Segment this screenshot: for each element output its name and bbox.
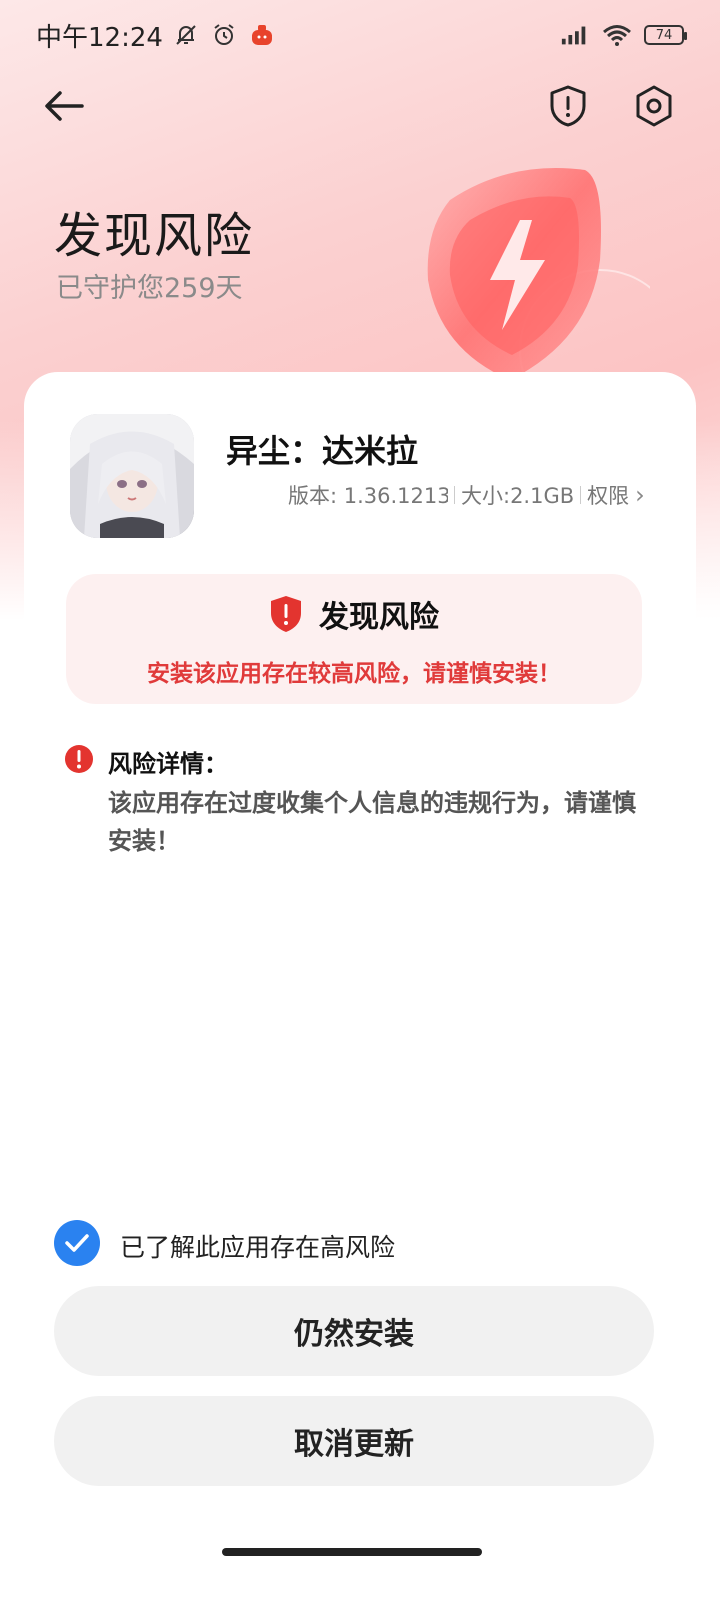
gear-icon xyxy=(636,85,672,127)
protection-days: 已守护您259天 xyxy=(56,273,243,304)
checkmark-icon xyxy=(65,1234,89,1252)
cancel-update-button[interactable]: 取消更新 xyxy=(54,1396,654,1486)
risk-alert-box: 发现风险 安装该应用存在较高风险，请谨慎安装！ xyxy=(66,574,642,704)
risk-detail-text: 该应用存在过度收集个人信息的违规行为，请谨慎安装！ xyxy=(108,789,636,855)
permissions-link[interactable]: 权限 xyxy=(587,480,629,510)
page-title: 发现风险 xyxy=(54,208,255,264)
battery-icon: 74 xyxy=(644,25,687,45)
status-time: 中午12:24 xyxy=(36,22,163,53)
risk-title: 发现风险 xyxy=(319,600,439,635)
info-alert-icon xyxy=(65,745,93,773)
app-notification-icon xyxy=(247,20,277,50)
app-size: 大小:2.1GB xyxy=(461,484,575,508)
red-shield-icon xyxy=(271,596,301,632)
back-arrow-icon xyxy=(45,91,84,121)
app-info-card xyxy=(24,372,696,1572)
status-left: 中午12:24 xyxy=(36,17,277,54)
shield-alert-icon xyxy=(550,85,586,127)
status-right: 74 xyxy=(560,20,687,50)
top-bar xyxy=(0,76,720,136)
alarm-icon xyxy=(209,20,239,50)
settings-button[interactable] xyxy=(630,82,678,130)
acknowledge-label[interactable]: 已了解此应用存在高风险 xyxy=(120,1228,395,1264)
meta-divider xyxy=(580,486,582,504)
wifi-icon xyxy=(602,20,632,50)
app-meta: 版本: 1.36.12131 大小:2.1GB 权限 › xyxy=(288,480,648,510)
back-button[interactable] xyxy=(40,82,88,130)
app-version: 版本: 1.36.12131 xyxy=(288,484,448,508)
app-name: 异尘：达米拉 xyxy=(226,432,419,470)
risk-header: 发现风险 xyxy=(66,592,642,636)
risk-detail-label: 风险详情： xyxy=(108,750,228,778)
app-icon xyxy=(70,414,194,538)
meta-divider xyxy=(454,486,455,504)
acknowledge-checkbox[interactable] xyxy=(54,1220,100,1266)
risk-warning: 安装该应用存在较高风险，请谨慎安装！ xyxy=(147,661,561,687)
install-anyway-button[interactable]: 仍然安装 xyxy=(54,1286,654,1376)
chevron-right-icon[interactable]: › xyxy=(635,481,645,509)
home-indicator[interactable] xyxy=(222,1548,482,1556)
security-shield-button[interactable] xyxy=(544,82,592,130)
signal-icon xyxy=(560,20,590,50)
hero-shield-illustration xyxy=(410,150,681,431)
status-bar: 中午12:24 74 xyxy=(0,0,720,70)
mute-bell-icon xyxy=(171,20,201,50)
